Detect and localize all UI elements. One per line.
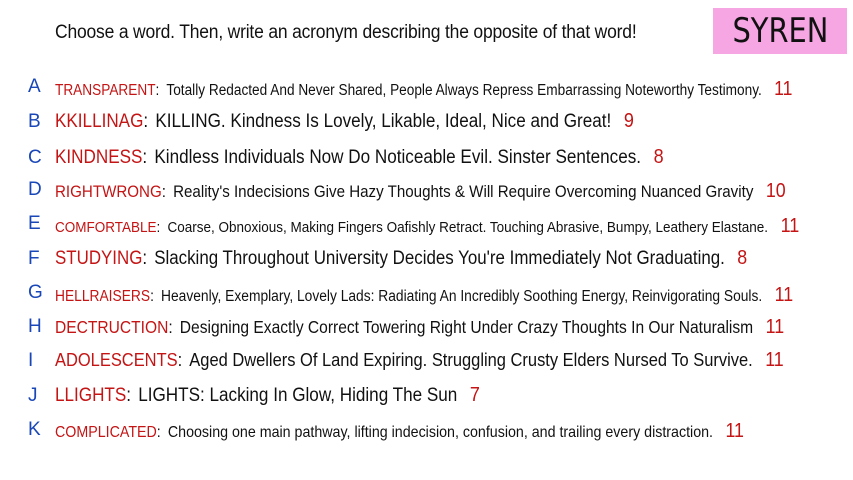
entry-letter-count: 7 (469, 384, 480, 406)
entry-letter-count: 11 (765, 349, 784, 371)
entry-letter: E (28, 213, 41, 234)
entry-letter-count: 11 (765, 316, 785, 338)
entry-letter: F (28, 248, 40, 269)
entry-letter-count: 11 (780, 215, 800, 237)
entry-letter-count: 8 (653, 146, 664, 168)
entry-letter-count: 8 (737, 247, 748, 269)
entry-word: TRANSPARENT (55, 82, 156, 99)
syren-logo-badge: SYREN (713, 8, 847, 54)
entry-letter: D (28, 179, 42, 200)
entry-definition: LIGHTS: Lacking In Glow, Hiding The Sun (138, 385, 458, 406)
entry-word: COMPLICATED (55, 424, 157, 441)
entry-letter: H (28, 316, 42, 337)
entry-definition: Reality's Indecisions Give Hazy Thoughts… (173, 182, 754, 201)
entry-definition: Aged Dwellers Of Land Expiring. Struggli… (189, 349, 753, 370)
entry-letter: I (28, 350, 34, 371)
entry-letter-count: 11 (774, 284, 794, 306)
entry-definition: Heavenly, Exemplary, Lovely Lads: Radiat… (161, 288, 763, 305)
entry-word: DECTRUCTION (55, 317, 169, 337)
entry-definition: KILLING. Kindness Is Lovely, Likable, Id… (155, 111, 612, 132)
entry-letter: K (28, 419, 41, 440)
entry-letter-count: 10 (765, 180, 786, 202)
entry-word: COMFORTABLE (55, 219, 157, 236)
entry-definition: Designing Exactly Correct Towering Right… (179, 317, 754, 337)
entry-letter-count: 11 (774, 78, 793, 100)
entry-definition: Coarse, Obnoxious, Making Fingers Oafish… (167, 219, 769, 236)
entry-letter: C (28, 147, 42, 168)
entry-letter: J (28, 385, 38, 406)
entry-letter-count: 11 (725, 420, 744, 442)
entry-letter: B (28, 111, 41, 132)
entry-letter-count: 9 (623, 110, 634, 132)
entry-word: RIGHTWRONG (55, 182, 162, 201)
entry-letter: A (28, 76, 41, 97)
brand-name: SYREN (732, 11, 828, 51)
entry-definition: Choosing one main pathway, lifting indec… (167, 424, 714, 441)
entry-definition: Totally Redacted And Never Shared, Peopl… (166, 82, 762, 99)
entry-word: STUDYING (55, 248, 143, 269)
prompt-text: Choose a word. Then, write an acronym de… (55, 22, 637, 43)
entry-word: ADOLESCENTS (55, 349, 178, 370)
entry-definition: Slacking Throughout University Decides Y… (154, 248, 725, 269)
entry-word: HELLRAISERS (55, 288, 151, 305)
entry-word: LLIGHTS (55, 385, 127, 406)
entry-definition: Kindless Individuals Now Do Noticeable E… (154, 147, 642, 168)
entry-letter: G (28, 282, 43, 303)
entry-word: KKILLINAG (55, 111, 144, 132)
entry-word: KINDNESS (55, 147, 143, 168)
